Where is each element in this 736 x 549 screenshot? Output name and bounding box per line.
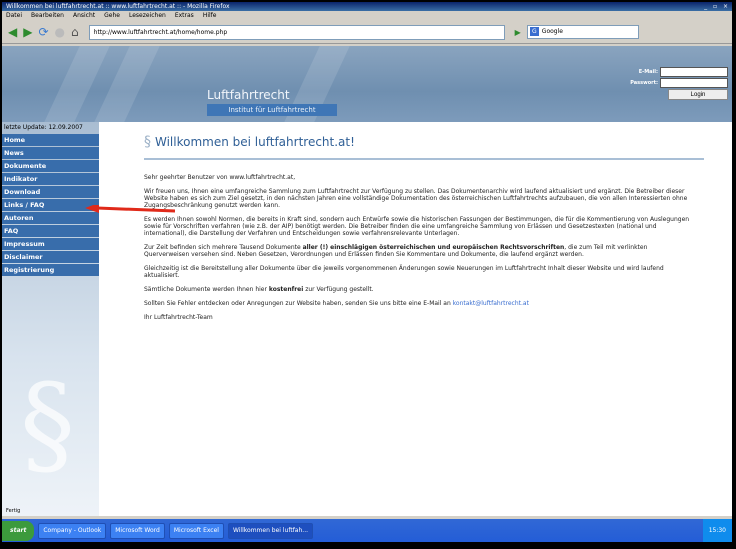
sidebar-item-faq[interactable]: FAQ xyxy=(2,225,99,237)
status-text: Fertig xyxy=(6,508,21,514)
contact-link[interactable]: kontakt@luftfahrtrecht.at xyxy=(453,300,529,307)
email-label: E-Mail: xyxy=(638,69,658,75)
forward-icon[interactable]: ▶ xyxy=(23,26,32,38)
menu-bar: Datei Bearbeiten Ansicht Gehe Lesezeiche… xyxy=(2,11,732,21)
menu-bookmarks[interactable]: Lesezeichen xyxy=(129,11,166,21)
menu-view[interactable]: Ansicht xyxy=(73,11,95,21)
task-excel[interactable]: Microsoft Excel xyxy=(168,522,224,539)
text: Sämtliche Dokumente werden Ihnen hier xyxy=(144,286,269,293)
site-title: Luftfahrtrecht xyxy=(207,88,290,102)
contact-paragraph: Sollten Sie Fehler entdecken oder Anregu… xyxy=(144,300,694,307)
go-icon[interactable]: ▶ xyxy=(515,28,521,37)
sidebar-item-disclaimer[interactable]: Disclaimer xyxy=(2,251,99,263)
sidebar-item-registrierung[interactable]: Registrierung xyxy=(2,264,99,276)
menu-edit[interactable]: Bearbeiten xyxy=(31,11,64,21)
home-icon[interactable]: ⌂ xyxy=(71,26,79,38)
email-field[interactable] xyxy=(660,67,728,77)
signature: Ihr Luftfahrtrecht-Team xyxy=(144,314,213,321)
search-placeholder: Google xyxy=(541,28,563,35)
address-bar[interactable]: http://www.luftfahrtrecht.at/home/home.p… xyxy=(88,24,505,40)
bold-text: aller (!) einschlägigen österreichischen… xyxy=(302,244,565,251)
sidebar-item-home[interactable]: Home xyxy=(2,134,99,146)
paragraph-watermark-icon: § xyxy=(20,360,75,488)
menu-file[interactable]: Datei xyxy=(6,11,22,21)
sidebar-item-dokumente[interactable]: Dokumente xyxy=(2,160,99,172)
web-page: Luftfahrtrecht Institut für Luftfahrtrec… xyxy=(2,46,732,516)
login-form: E-Mail: Passwort: Login xyxy=(594,67,728,100)
documents-paragraph: Zur Zeit befinden sich mehrere Tausend D… xyxy=(144,244,694,258)
window-controls[interactable]: _ ▫ × xyxy=(704,2,730,11)
menu-go[interactable]: Gehe xyxy=(104,11,120,21)
start-button[interactable]: start xyxy=(2,520,35,541)
task-firefox[interactable]: Willkommen bei luftfah... xyxy=(227,522,314,539)
password-field[interactable] xyxy=(660,78,728,88)
menu-help[interactable]: Hilfe xyxy=(203,11,217,21)
greeting: Sehr geehrter Benutzer von www.luftfahrt… xyxy=(144,174,296,181)
bold-text: kostenfrei xyxy=(268,286,304,293)
main-content: § Willkommen bei luftfahrtrecht.at! Sehr … xyxy=(134,134,704,328)
title-bar: Willkommen bei luftfahrtrecht.at :: www.… xyxy=(2,2,732,11)
text: Zur Zeit befinden sich mehrere Tausend D… xyxy=(144,244,303,251)
sidebar: letzte Update: 12.09.2007 Home News Doku… xyxy=(2,122,99,516)
back-icon[interactable]: ◀ xyxy=(8,26,17,38)
system-tray: 15:30 xyxy=(702,519,732,542)
menu-tools[interactable]: Extras xyxy=(175,11,194,21)
taskbar: start Company - Outlook Microsoft Word M… xyxy=(2,519,732,542)
text: zur Verfügung gestellt. xyxy=(303,286,374,293)
site-header: Luftfahrtrecht Institut für Luftfahrtrec… xyxy=(2,46,732,122)
red-arrow-annotation xyxy=(85,205,175,213)
text: Sollten Sie Fehler entdecken oder Anregu… xyxy=(144,300,453,307)
sidebar-item-impressum[interactable]: Impressum xyxy=(2,238,99,250)
site-subtitle: Institut für Luftfahrtrecht xyxy=(207,104,337,116)
google-icon: G xyxy=(529,27,539,36)
task-outlook[interactable]: Company - Outlook xyxy=(38,522,107,539)
updates-paragraph: Gleichzeitig ist die Bereitstellung alle… xyxy=(144,265,664,279)
section-icon: § xyxy=(144,134,151,150)
content-paragraph: Es werden Ihnen sowohl Normen, die berei… xyxy=(144,216,690,237)
login-button[interactable]: Login xyxy=(668,89,728,100)
clock: 15:30 xyxy=(708,527,726,534)
navigation-toolbar: ◀ ▶ ⟳ ● ⌂ http://www.luftfahrtrecht.at/h… xyxy=(2,21,732,44)
free-paragraph: Sämtliche Dokumente werden Ihnen hier ko… xyxy=(144,286,694,293)
window-title: Willkommen bei luftfahrtrecht.at :: www.… xyxy=(6,3,230,10)
page-title: § Willkommen bei luftfahrtrecht.at! xyxy=(144,134,694,150)
reload-icon[interactable]: ⟳ xyxy=(38,26,48,38)
page-title-text: Willkommen bei luftfahrtrecht.at! xyxy=(155,135,355,149)
browser-window: Willkommen bei luftfahrtrecht.at :: www.… xyxy=(2,2,732,542)
stop-icon[interactable]: ● xyxy=(55,26,65,38)
search-input[interactable]: G Google xyxy=(526,25,639,39)
sidebar-item-news[interactable]: News xyxy=(2,147,99,159)
last-update: letzte Update: 12.09.2007 xyxy=(4,124,83,131)
sidebar-item-indikator[interactable]: Indikator xyxy=(2,173,99,185)
sidebar-item-download[interactable]: Download xyxy=(2,186,99,198)
task-word[interactable]: Microsoft Word xyxy=(110,522,165,539)
password-label: Passwort: xyxy=(630,80,658,86)
divider xyxy=(144,158,704,160)
intro-paragraph: Wir freuen uns, Ihnen eine umfangreiche … xyxy=(144,188,688,209)
